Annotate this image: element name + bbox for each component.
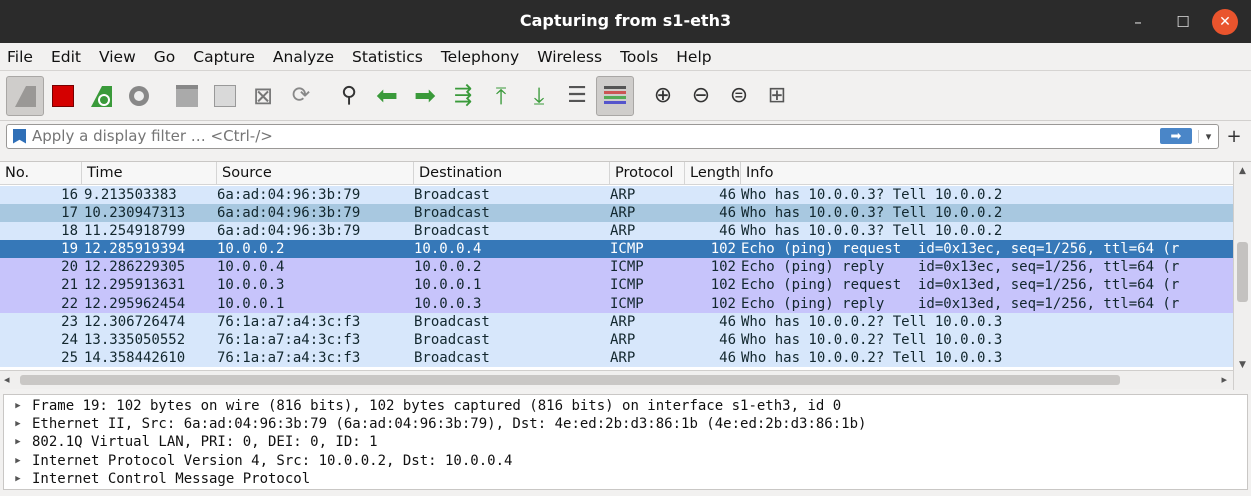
display-filter-input[interactable] [32, 127, 1160, 145]
maximize-button[interactable]: ☐ [1170, 9, 1196, 35]
table-row[interactable]: 23 12.306726474 76:1a:a7:a4:3c:f3 Broadcast… [0, 312, 1233, 331]
tree-item[interactable]: ▶ Internet Protocol Version 4, Src: 10.0.… [4, 452, 1247, 470]
menu-view[interactable]: View [99, 48, 136, 66]
table-row[interactable]: 16 9.213503383 6a:ad:04:96:3b:79 Broadcast A… [0, 186, 1233, 205]
save-file-icon[interactable] [206, 76, 244, 116]
normal-size-icon[interactable]: ⊜ [720, 76, 758, 116]
close-file-icon[interactable]: ⊠ [244, 76, 282, 116]
display-filter-field: ➡ ▾ [6, 123, 1219, 149]
tree-item[interactable]: ▶ 802.1Q Virtual LAN, PRI: 0, DEI: 0, ID:… [4, 433, 1247, 451]
expand-icon[interactable]: ▶ [4, 419, 32, 429]
filter-dropdown-icon[interactable]: ▾ [1198, 129, 1218, 143]
expand-icon[interactable]: ▶ [4, 474, 32, 484]
colorize-icon[interactable] [596, 75, 634, 116]
col-no[interactable]: No. [0, 162, 82, 184]
col-info[interactable]: Info [741, 162, 1251, 184]
zoom-in-icon[interactable]: ⊕ [644, 76, 682, 116]
tree-item[interactable]: ▶ Internet Control Message Protocol [4, 470, 1247, 488]
stop-capture-icon[interactable] [44, 76, 82, 116]
first-packet-icon[interactable]: ⤒ [482, 76, 520, 116]
packet-rows: 16 9.213503383 6a:ad:04:96:3b:79 Broadcast A… [0, 186, 1233, 371]
col-length[interactable]: Length [685, 162, 741, 184]
start-capture-icon[interactable] [6, 75, 44, 116]
tree-item[interactable]: ▶ Ethernet II, Src: 6a:ad:04:96:3b:79 (6a… [4, 415, 1247, 433]
vscroll-thumb[interactable] [1237, 242, 1248, 302]
main-toolbar: ⊠ ⟳ ⚲ ⬅ ➡ ⇶ ⤒ ⤓ ☰ ⊕ ⊖ ⊜ ⊞ [0, 71, 1251, 121]
scroll-up-icon[interactable]: ▲ [1234, 162, 1251, 180]
table-row[interactable]: 17 10.230947313 6a:ad:04:96:3b:79 Broadcast… [0, 204, 1233, 223]
menu-capture[interactable]: Capture [193, 48, 255, 66]
col-time[interactable]: Time [82, 162, 217, 184]
table-row[interactable]: 25 14.358442610 76:1a:a7:a4:3c:f3 Broadcast… [0, 348, 1233, 367]
table-row[interactable]: 18 11.254918799 6a:ad:04:96:3b:79 Broadcast… [0, 222, 1233, 241]
menu-help[interactable]: Help [676, 48, 711, 66]
auto-scroll-icon[interactable]: ☰ [558, 76, 596, 116]
menu-analyze[interactable]: Analyze [273, 48, 334, 66]
add-filter-button[interactable]: + [1223, 126, 1245, 147]
table-row-selected[interactable]: 19 12.285919394 10.0.0.2 10.0.0.4 ICMP 102 Ech… [0, 240, 1233, 259]
table-row[interactable]: 22 12.295962454 10.0.0.1 10.0.0.3 ICMP 102 Ech… [0, 294, 1233, 313]
window-title: Capturing from s1-eth3 [519, 11, 732, 30]
expand-icon[interactable]: ▶ [4, 437, 32, 447]
go-back-icon[interactable]: ⬅ [368, 76, 406, 116]
menu-telephony[interactable]: Telephony [441, 48, 519, 66]
packet-list: No. Time Source Destination Protocol Len… [0, 161, 1251, 390]
table-row[interactable]: 24 13.335050552 76:1a:a7:a4:3c:f3 Broadcast… [0, 330, 1233, 349]
menu-go[interactable]: Go [154, 48, 176, 66]
col-destination[interactable]: Destination [414, 162, 610, 184]
menu-wireless[interactable]: Wireless [537, 48, 602, 66]
tree-item[interactable]: ▶ Frame 19: 102 bytes on wire (816 bits),… [4, 397, 1247, 415]
scroll-right-icon[interactable]: ▸ [1221, 373, 1227, 386]
menu-file[interactable]: File [7, 48, 33, 66]
menu-bar: File Edit View Go Capture Analyze Statis… [0, 43, 1251, 71]
last-packet-icon[interactable]: ⤓ [520, 76, 558, 116]
zoom-out-icon[interactable]: ⊖ [682, 76, 720, 116]
table-row[interactable]: 20 12.286229305 10.0.0.4 10.0.0.2 ICMP 102 Ech… [0, 258, 1233, 277]
scroll-left-icon[interactable]: ◂ [4, 373, 10, 386]
packet-list-vscrollbar[interactable]: ▲ ▼ [1233, 162, 1251, 390]
restart-capture-icon[interactable] [82, 76, 120, 116]
col-protocol[interactable]: Protocol [610, 162, 685, 184]
open-file-icon[interactable] [168, 76, 206, 116]
resize-columns-icon[interactable]: ⊞ [758, 76, 796, 116]
expand-icon[interactable]: ▶ [4, 456, 32, 466]
reload-file-icon[interactable]: ⟳ [282, 76, 320, 116]
title-bar: Capturing from s1-eth3 – ☐ ✕ [0, 0, 1251, 43]
bookmark-icon[interactable] [13, 128, 26, 144]
apply-filter-icon[interactable]: ➡ [1160, 128, 1192, 144]
expand-icon[interactable]: ▶ [4, 401, 32, 411]
menu-tools[interactable]: Tools [620, 48, 658, 66]
find-packet-icon[interactable]: ⚲ [330, 76, 368, 116]
hscroll-thumb[interactable] [20, 375, 1120, 385]
minimize-button[interactable]: – [1125, 9, 1151, 35]
close-button[interactable]: ✕ [1212, 9, 1238, 35]
table-row[interactable]: 21 12.295913631 10.0.0.3 10.0.0.1 ICMP 102 Ech… [0, 276, 1233, 295]
menu-edit[interactable]: Edit [51, 48, 81, 66]
menu-statistics[interactable]: Statistics [352, 48, 423, 66]
packet-details: ▶ Frame 19: 102 bytes on wire (816 bits),… [3, 394, 1248, 490]
col-source[interactable]: Source [217, 162, 414, 184]
capture-options-icon[interactable] [120, 76, 158, 116]
packet-list-hscrollbar[interactable]: ◂ ▸ [0, 370, 1233, 389]
scroll-down-icon[interactable]: ▼ [1234, 360, 1251, 370]
go-to-packet-icon[interactable]: ⇶ [444, 76, 482, 116]
go-forward-icon[interactable]: ➡ [406, 76, 444, 116]
packet-list-header: No. Time Source Destination Protocol Len… [0, 162, 1251, 185]
display-filter-bar: ➡ ▾ + [0, 121, 1251, 151]
